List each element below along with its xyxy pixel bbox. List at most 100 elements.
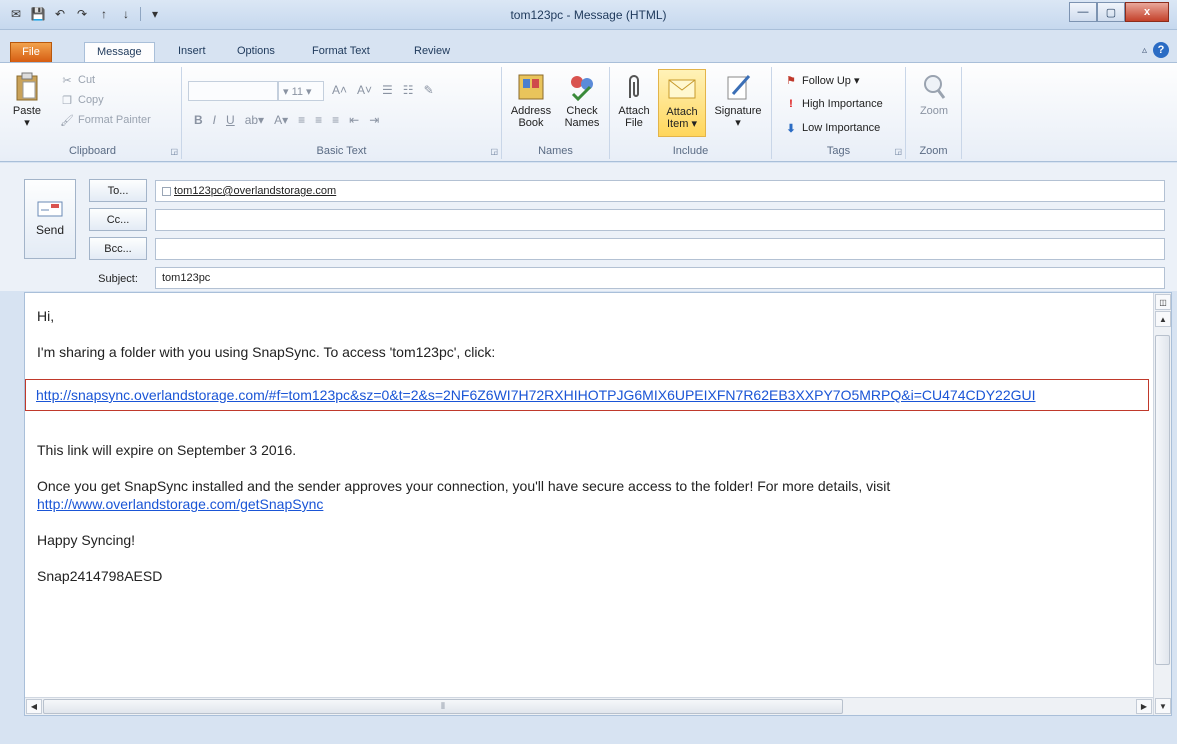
- shrink-font-icon[interactable]: A˅: [357, 83, 372, 97]
- bullets-icon[interactable]: ☰: [382, 83, 393, 97]
- paperclip-icon: [618, 71, 650, 103]
- tab-options[interactable]: Options: [225, 42, 287, 62]
- signature-dropdown-icon: ▾: [735, 117, 741, 129]
- help-icon[interactable]: ?: [1153, 42, 1169, 58]
- align-left-icon[interactable]: ≡: [298, 113, 305, 127]
- recipient-chip[interactable]: tom123pc@overlandstorage.com: [162, 185, 336, 197]
- bcc-field[interactable]: [155, 238, 1165, 260]
- paste-button[interactable]: Paste ▾: [10, 71, 44, 129]
- tab-insert[interactable]: Insert: [166, 42, 218, 62]
- check-names-label-1: Check: [566, 105, 598, 117]
- attach-item-label-2: Item ▾: [667, 118, 697, 130]
- cc-button[interactable]: Cc...: [89, 208, 147, 231]
- cut-button[interactable]: ✂ Cut: [60, 73, 95, 87]
- zoom-button[interactable]: Zoom: [912, 71, 956, 117]
- tab-review[interactable]: Review: [402, 42, 462, 62]
- tab-format-text[interactable]: Format Text: [300, 42, 382, 62]
- status-bar: [0, 718, 1177, 744]
- window-title: tom123pc - Message (HTML): [510, 8, 667, 22]
- font-name-box[interactable]: [188, 81, 278, 101]
- subject-field[interactable]: tom123pc: [155, 267, 1165, 289]
- names-group: Address Book Check Names Names: [502, 67, 610, 159]
- attach-item-button[interactable]: Attach Item ▾: [658, 69, 706, 137]
- vertical-scroll-thumb[interactable]: [1155, 335, 1170, 665]
- scroll-down-icon[interactable]: ▼: [1155, 698, 1171, 714]
- details-paragraph: Once you get SnapSync installed and the …: [37, 477, 1147, 513]
- address-book-icon: [515, 71, 547, 103]
- address-book-label-1: Address: [510, 105, 552, 117]
- down-arrow-icon: ⬇: [786, 122, 796, 135]
- increase-indent-icon[interactable]: ⇥: [369, 113, 379, 127]
- ribbon: Paste ▾ ✂ Cut ❐ Copy 🖌 Format Painter Cl…: [0, 62, 1177, 162]
- scroll-up-icon[interactable]: ▲: [1155, 311, 1171, 327]
- tab-file[interactable]: File: [10, 42, 52, 62]
- font-size-box[interactable]: ▾ 11 ▾: [278, 81, 324, 101]
- tags-group-label: Tags: [826, 145, 851, 157]
- format-row: B I U ab▾ A▾ ≡ ≡ ≡ ⇤ ⇥: [194, 113, 379, 127]
- include-group-label: Include: [672, 145, 709, 157]
- cut-label: Cut: [78, 74, 96, 86]
- grow-font-icon[interactable]: A˄: [332, 83, 347, 97]
- to-field[interactable]: tom123pc@overlandstorage.com: [155, 180, 1165, 202]
- send-button[interactable]: Send: [24, 179, 76, 259]
- decrease-indent-icon[interactable]: ⇤: [349, 113, 359, 127]
- attach-file-button[interactable]: Attach File: [612, 71, 656, 129]
- highlight-icon[interactable]: ab▾: [245, 113, 264, 127]
- horizontal-scrollbar[interactable]: ◀ ⦀ ▶: [25, 697, 1153, 715]
- to-button[interactable]: To...: [89, 179, 147, 202]
- include-group: Attach File Attach Item ▾ Signature ▾ In…: [610, 67, 772, 159]
- clear-format-icon[interactable]: ✎: [424, 83, 434, 97]
- low-importance-button[interactable]: ⬇ Low Importance: [784, 121, 880, 135]
- italic-button[interactable]: I: [213, 113, 216, 127]
- font-color-icon[interactable]: A▾: [274, 113, 288, 127]
- ruler-toggle-icon[interactable]: ◫: [1155, 294, 1171, 310]
- basic-text-launcher-icon[interactable]: ◲: [490, 147, 498, 156]
- basic-text-group: ▾ 11 ▾ A˄ A˅ ☰ ☷ ✎ B I U ab▾ A▾ ≡ ≡ ≡ ⇤ …: [182, 67, 502, 159]
- align-center-icon[interactable]: ≡: [315, 113, 322, 127]
- copy-button[interactable]: ❐ Copy: [60, 93, 104, 107]
- signature-button[interactable]: Signature ▾: [708, 71, 768, 129]
- send-icon: [37, 201, 63, 217]
- high-importance-label: High Importance: [802, 98, 883, 110]
- follow-up-button[interactable]: ⚑ Follow Up ▾: [784, 73, 859, 87]
- tab-message[interactable]: Message: [84, 42, 155, 62]
- minimize-ribbon-icon[interactable]: ▵: [1142, 45, 1147, 56]
- expire-text: This link will expire on September 3 201…: [37, 442, 297, 458]
- check-names-label-2: Names: [564, 117, 600, 129]
- message-body[interactable]: Hi, I'm sharing a folder with you using …: [24, 292, 1172, 716]
- ribbon-tabs: File Message Insert Options Format Text …: [0, 30, 1177, 62]
- body-content[interactable]: Hi, I'm sharing a folder with you using …: [25, 307, 1149, 603]
- minimize-button[interactable]: —: [1069, 2, 1097, 22]
- numbering-icon[interactable]: ☷: [403, 83, 414, 97]
- magnifier-icon: [918, 71, 950, 103]
- signature-label: Signature: [714, 105, 762, 117]
- zoom-group-label: Zoom: [919, 145, 948, 157]
- attach-item-label-1: Attach: [666, 106, 698, 118]
- horizontal-scroll-thumb[interactable]: ⦀: [43, 699, 843, 714]
- tags-launcher-icon[interactable]: ◲: [894, 147, 902, 156]
- vertical-scrollbar[interactable]: ◫ ▲ ▼: [1153, 293, 1171, 715]
- address-book-label-2: Book: [518, 117, 544, 129]
- cc-field[interactable]: [155, 209, 1165, 231]
- check-names-button[interactable]: Check Names: [558, 71, 606, 129]
- align-right-icon[interactable]: ≡: [332, 113, 339, 127]
- underline-button[interactable]: U: [226, 113, 235, 127]
- bold-button[interactable]: B: [194, 113, 203, 127]
- scroll-left-icon[interactable]: ◀: [26, 699, 42, 714]
- share-link[interactable]: http://snapsync.overlandstorage.com/#f=t…: [36, 387, 1036, 403]
- details-text: Once you get SnapSync installed and the …: [37, 478, 891, 494]
- clipboard-launcher-icon[interactable]: ◲: [170, 147, 178, 156]
- maximize-button[interactable]: ▢: [1097, 2, 1125, 22]
- closing-text: Happy Syncing!: [37, 532, 136, 548]
- signature-icon: [722, 71, 754, 103]
- close-button[interactable]: x: [1125, 2, 1169, 22]
- bcc-button[interactable]: Bcc...: [89, 237, 147, 260]
- format-painter-button[interactable]: 🖌 Format Painter: [60, 113, 151, 127]
- details-link[interactable]: http://www.overlandstorage.com/getSnapSy…: [37, 496, 323, 512]
- scroll-right-icon[interactable]: ▶: [1136, 699, 1152, 714]
- copy-label: Copy: [78, 94, 104, 106]
- font-tools-row: A˄ A˅ ☰ ☷ ✎: [332, 83, 434, 97]
- address-book-button[interactable]: Address Book: [506, 71, 556, 129]
- high-importance-button[interactable]: ! High Importance: [784, 97, 883, 111]
- to-value: tom123pc@overlandstorage.com: [174, 185, 337, 197]
